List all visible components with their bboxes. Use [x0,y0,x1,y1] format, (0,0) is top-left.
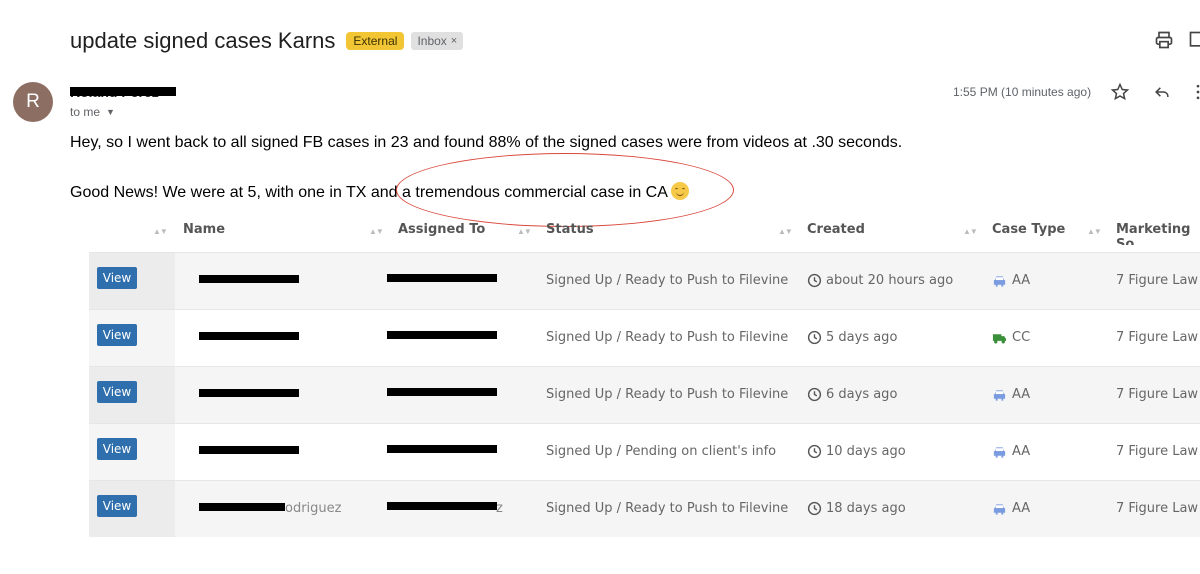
external-badge: External [346,32,405,50]
sort-icon: ▲▼ [517,227,532,236]
clock-icon [807,387,822,402]
clock-icon [807,273,822,288]
redaction-bar [387,331,497,339]
status-cell: Signed Up / Ready to Push to Filevine [546,330,789,345]
table-row: View Signed Up / Pending on client's inf… [89,423,1200,480]
avatar[interactable]: R [13,82,53,122]
created-cell: 18 days ago [807,501,906,516]
case-type-cell: AA [992,273,1030,288]
car-icon [993,503,1006,515]
open-in-new-icon[interactable] [1188,30,1200,50]
created-cell: 5 days ago [807,330,897,345]
car-icon [993,389,1006,401]
thread-toolbar [1154,30,1200,50]
created-cell: 6 days ago [807,387,897,402]
case-type-text: AA [1012,501,1031,516]
table-header: ▲▼ Name ▲▼ Assigned To ▲▼ Status ▲▼ Crea… [89,220,1200,245]
remove-label-icon[interactable]: × [451,35,457,47]
email-subject: update signed cases Karns [70,28,336,53]
view-button[interactable]: View [97,267,137,289]
assigned-cell-visible-part: z [496,501,503,516]
created-text: about 20 hours ago [826,273,954,288]
clock-icon [807,501,822,516]
message-actions [1110,82,1200,102]
sort-icon: ▲▼ [153,227,168,236]
view-button[interactable]: View [97,495,137,517]
redaction-bar [387,445,497,453]
case-type-text: CC [1012,330,1031,345]
table-row: View Signed Up / Ready to Push to Filevi… [89,309,1200,366]
cases-table-image: ▲▼ Name ▲▼ Assigned To ▲▼ Status ▲▼ Crea… [89,220,1200,544]
case-type-cell: AA [992,444,1030,459]
inbox-label-chip[interactable]: Inbox × [411,32,464,50]
inbox-label: Inbox [417,34,447,48]
sort-icon: ▲▼ [778,227,793,236]
reply-icon[interactable] [1152,82,1172,102]
header-status: Status [546,222,594,237]
truck-icon [992,333,1007,343]
redaction-bar [70,87,176,96]
marketing-source-cell: 7 Figure Law M [1116,387,1200,402]
status-cell: Signed Up / Pending on client's info [546,444,777,459]
status-cell: Signed Up / Ready to Push to Filevine [546,501,789,516]
created-cell: about 20 hours ago [807,273,953,288]
name-cell-visible-part: odriguez [285,501,342,516]
timestamp: 1:55 PM (10 minutes ago) [953,85,1092,99]
view-button[interactable]: View [97,438,137,460]
star-icon[interactable] [1110,82,1130,102]
clock-icon [807,444,822,459]
redaction-bar [387,502,497,510]
case-type-cell: AA [992,387,1030,402]
table-row: View Signed Up / Ready to Push to Filevi… [89,252,1200,309]
email-body-line-2: Good News! We were at 5, with one in TX … [70,182,690,202]
marketing-source-cell: 7 Figure Law M [1116,501,1200,516]
marketing-source-cell: 7 Figure Law M [1116,273,1200,288]
case-type-cell: CC [992,330,1030,345]
header-case-type: Case Type [992,222,1066,237]
view-button[interactable]: View [97,324,137,346]
header-created: Created [807,222,865,237]
case-type-cell: AA [992,501,1030,516]
status-cell: Signed Up / Ready to Push to Filevine [546,273,789,288]
marketing-source-cell: 7 Figure Law M [1116,330,1200,345]
to-me-label: to me [70,105,101,119]
status-cell: Signed Up / Ready to Push to Filevine [546,387,789,402]
created-text: 6 days ago [826,387,898,402]
header-assigned-to: Assigned To [398,222,486,237]
car-icon [993,446,1006,458]
redaction-bar [387,274,497,282]
table-row: View Signed Up / Ready to Push to Filevi… [89,366,1200,423]
created-text: 18 days ago [826,501,906,516]
case-type-text: AA [1012,387,1031,402]
marketing-source-cell: 7 Figure Law M [1116,444,1200,459]
redaction-bar [199,446,299,454]
clock-icon [807,330,822,345]
chevron-down-icon[interactable]: ▼ [106,107,115,117]
created-cell: 10 days ago [807,444,906,459]
more-vert-icon[interactable] [1188,82,1200,102]
case-type-text: AA [1012,273,1031,288]
redaction-bar [387,388,497,396]
redaction-bar [199,389,299,397]
redaction-bar [199,275,299,283]
created-text: 10 days ago [826,444,906,459]
table-row: View odriguez z Signed Up / Ready to Pus… [89,480,1200,537]
recipient-details[interactable]: to me ▼ [70,105,115,119]
subject-row: update signed cases Karns External Inbox… [70,26,464,56]
view-button[interactable]: View [97,381,137,403]
redaction-bar [199,503,285,511]
sort-icon: ▲▼ [963,227,978,236]
case-type-text: AA [1012,444,1031,459]
redaction-bar [199,332,299,340]
email-body-line-1: Hey, so I went back to all signed FB cas… [70,134,903,151]
car-icon [993,275,1006,287]
email-body-line-2-text: Good News! We were at 5, with one in TX … [70,184,668,201]
created-text: 5 days ago [826,330,898,345]
header-name: Name [183,222,226,237]
sort-icon: ▲▼ [369,227,384,236]
sort-icon: ▲▼ [1087,227,1102,236]
print-icon[interactable] [1154,30,1174,50]
smiling-face-emoji-icon [671,182,690,200]
header-marketing-source: Marketing So [1116,222,1191,245]
